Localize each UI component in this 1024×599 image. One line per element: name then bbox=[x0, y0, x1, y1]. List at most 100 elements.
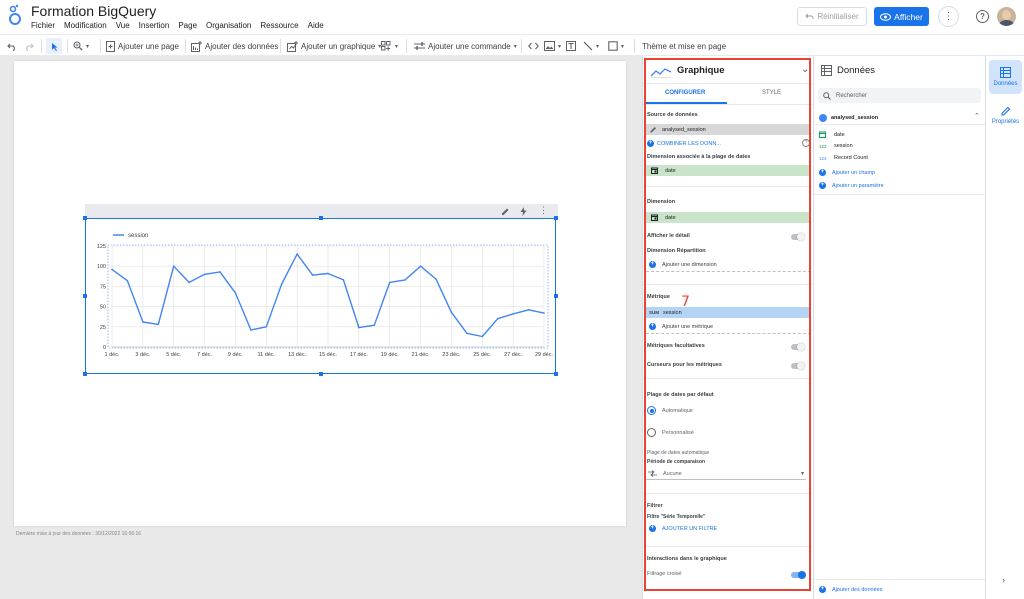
undo-icon[interactable] bbox=[7, 38, 17, 54]
compare-dropdown[interactable]: Aucune ▾ bbox=[646, 468, 806, 480]
add-chart-button[interactable]: Ajouter un graphique ▾ bbox=[287, 38, 381, 54]
more-vert-icon[interactable]: ⋮ bbox=[938, 6, 959, 27]
theme-layout-button[interactable]: Thème et mise en page bbox=[642, 38, 726, 54]
zoom-icon[interactable]: ▾ bbox=[73, 38, 89, 54]
community-viz-icon[interactable]: ▾ bbox=[381, 38, 398, 54]
dimension-label: Dimension bbox=[647, 199, 676, 205]
data-point bbox=[111, 268, 113, 271]
shape-icon[interactable]: ▾ bbox=[608, 38, 624, 54]
dimension-chip[interactable]: date bbox=[646, 212, 811, 223]
lightning-icon[interactable] bbox=[520, 207, 527, 216]
add-chart-icon bbox=[287, 40, 298, 52]
collapse-icon[interactable]: ⌃ bbox=[974, 112, 980, 120]
resize-handle-tl[interactable] bbox=[83, 216, 87, 220]
add-data-label: Ajouter des données bbox=[205, 41, 279, 51]
plus-icon: + bbox=[649, 525, 656, 532]
redo-icon[interactable] bbox=[24, 38, 34, 54]
compare-value: Aucune bbox=[663, 470, 682, 477]
chevron-down-icon[interactable]: ⌄ bbox=[801, 64, 809, 75]
drill-down-toggle[interactable] bbox=[791, 232, 805, 241]
image-icon[interactable]: ▾ bbox=[544, 38, 561, 54]
help-icon[interactable]: ? bbox=[976, 10, 989, 23]
add-dimension-button[interactable]: + Ajouter une dimension bbox=[649, 261, 717, 268]
report-title[interactable]: Formation BigQuery bbox=[31, 3, 156, 19]
add-data-source-button[interactable]: + Ajouter des données bbox=[819, 586, 882, 593]
date-dimension-chip[interactable]: date bbox=[646, 165, 811, 176]
compare-arrows-icon bbox=[648, 470, 657, 477]
blend-data-link[interactable]: + COMBINER LES DONN... bbox=[647, 140, 721, 147]
help-circle-icon[interactable]: ? bbox=[802, 139, 810, 147]
tab-configurer[interactable]: CONFIGURER bbox=[665, 90, 705, 96]
metric-agg-badge: SUM bbox=[649, 310, 659, 315]
data-point bbox=[512, 313, 514, 315]
menu-page[interactable]: Page bbox=[178, 21, 197, 30]
custom-radio[interactable] bbox=[647, 428, 656, 437]
y-tick-label: 50 bbox=[100, 305, 106, 311]
chevron-right-icon[interactable]: › bbox=[1002, 575, 1005, 585]
data-source-name[interactable]: analysed_session bbox=[831, 115, 878, 121]
add-metric-button[interactable]: + Ajouter une métrique bbox=[649, 323, 713, 330]
auto-radio[interactable] bbox=[647, 406, 656, 415]
add-page-button[interactable]: Ajouter une page bbox=[106, 38, 179, 54]
timeseries-chart[interactable]: 0 25 50 75 100 125 1 déc. 3 déc. 5 déc. 7 déc. 9 d… bbox=[85, 218, 556, 374]
optional-metrics-toggle[interactable] bbox=[791, 342, 805, 351]
resize-handle-l[interactable] bbox=[83, 294, 87, 298]
x-tick-label: 17 déc. bbox=[350, 352, 369, 358]
resize-handle-tr[interactable] bbox=[554, 216, 558, 220]
looker-studio-logo-icon[interactable] bbox=[8, 4, 22, 26]
field-record-count[interactable]: 123 Record Count bbox=[819, 155, 868, 161]
rail-properties-button[interactable]: Propriétés bbox=[989, 98, 1022, 132]
x-tick-label: 9 déc. bbox=[228, 352, 243, 358]
field-date-name: date bbox=[834, 131, 845, 138]
data-panel: Données Rechercher analysed_session ⌃ da… bbox=[813, 56, 986, 599]
resize-handle-r[interactable] bbox=[554, 294, 558, 298]
field-date[interactable]: date bbox=[819, 131, 845, 138]
tab-style[interactable]: STYLE bbox=[762, 90, 781, 96]
eye-icon bbox=[880, 12, 892, 21]
reset-button[interactable]: Réinitialiser bbox=[797, 7, 867, 26]
menu-insertion[interactable]: Insertion bbox=[139, 21, 170, 30]
data-point bbox=[527, 309, 530, 311]
chart-more-icon[interactable]: ⋮ bbox=[539, 205, 548, 216]
menu-organisation[interactable]: Organisation bbox=[206, 21, 251, 30]
resize-handle-b[interactable] bbox=[319, 372, 323, 376]
add-field-button[interactable]: + Ajouter un champ bbox=[819, 169, 875, 176]
rail-data-button[interactable]: Données bbox=[989, 60, 1022, 94]
metric-sliders-toggle[interactable] bbox=[791, 361, 805, 370]
resize-handle-bl[interactable] bbox=[83, 372, 87, 376]
menu-modification[interactable]: Modification bbox=[64, 21, 107, 30]
avatar[interactable] bbox=[997, 7, 1016, 26]
toolbar: ▾ Ajouter une page Ajouter des données A… bbox=[0, 34, 1024, 56]
menu-aide[interactable]: Aide bbox=[308, 21, 324, 30]
breakdown-label: Dimension Répartition bbox=[647, 248, 706, 254]
edit-pencil-icon[interactable] bbox=[501, 207, 510, 216]
undo-arrow-icon bbox=[805, 13, 814, 19]
data-point bbox=[358, 326, 360, 329]
data-point bbox=[188, 281, 190, 284]
add-parameter-button[interactable]: + Ajouter un paramètre bbox=[819, 182, 884, 189]
add-field-label: Ajouter un champ bbox=[832, 169, 876, 176]
add-control-button[interactable]: Ajouter une commande ▾ bbox=[414, 38, 517, 54]
calendar-icon bbox=[651, 167, 658, 174]
metric-chip[interactable]: SUM session bbox=[646, 307, 811, 318]
cross-filter-toggle[interactable] bbox=[791, 570, 806, 579]
menu-ressource[interactable]: Ressource bbox=[260, 21, 298, 30]
data-source-value: analysed_session bbox=[662, 126, 706, 133]
line-icon[interactable]: ▾ bbox=[583, 38, 599, 54]
text-box-icon[interactable] bbox=[566, 38, 576, 54]
x-tick-label: 21 déc. bbox=[412, 352, 431, 358]
add-data-button[interactable]: Ajouter des données bbox=[191, 38, 278, 54]
field-session[interactable]: 123 session bbox=[819, 143, 853, 149]
data-source-chip[interactable]: analysed_session bbox=[646, 124, 811, 135]
resize-handle-br[interactable] bbox=[554, 372, 558, 376]
compare-label: Période de comparaison bbox=[647, 459, 706, 465]
menu-vue[interactable]: Vue bbox=[116, 21, 130, 30]
x-tick-label: 15 déc. bbox=[319, 352, 338, 358]
search-field[interactable]: Rechercher bbox=[818, 88, 981, 103]
add-filter-button[interactable]: + AJOUTER UN FILTRE bbox=[649, 525, 717, 532]
menu-fichier[interactable]: Fichier bbox=[31, 21, 55, 30]
code-embed-icon[interactable] bbox=[528, 38, 539, 54]
view-button[interactable]: Afficher bbox=[874, 7, 929, 26]
resize-handle-t[interactable] bbox=[319, 216, 323, 220]
select-cursor-icon[interactable] bbox=[46, 38, 62, 54]
